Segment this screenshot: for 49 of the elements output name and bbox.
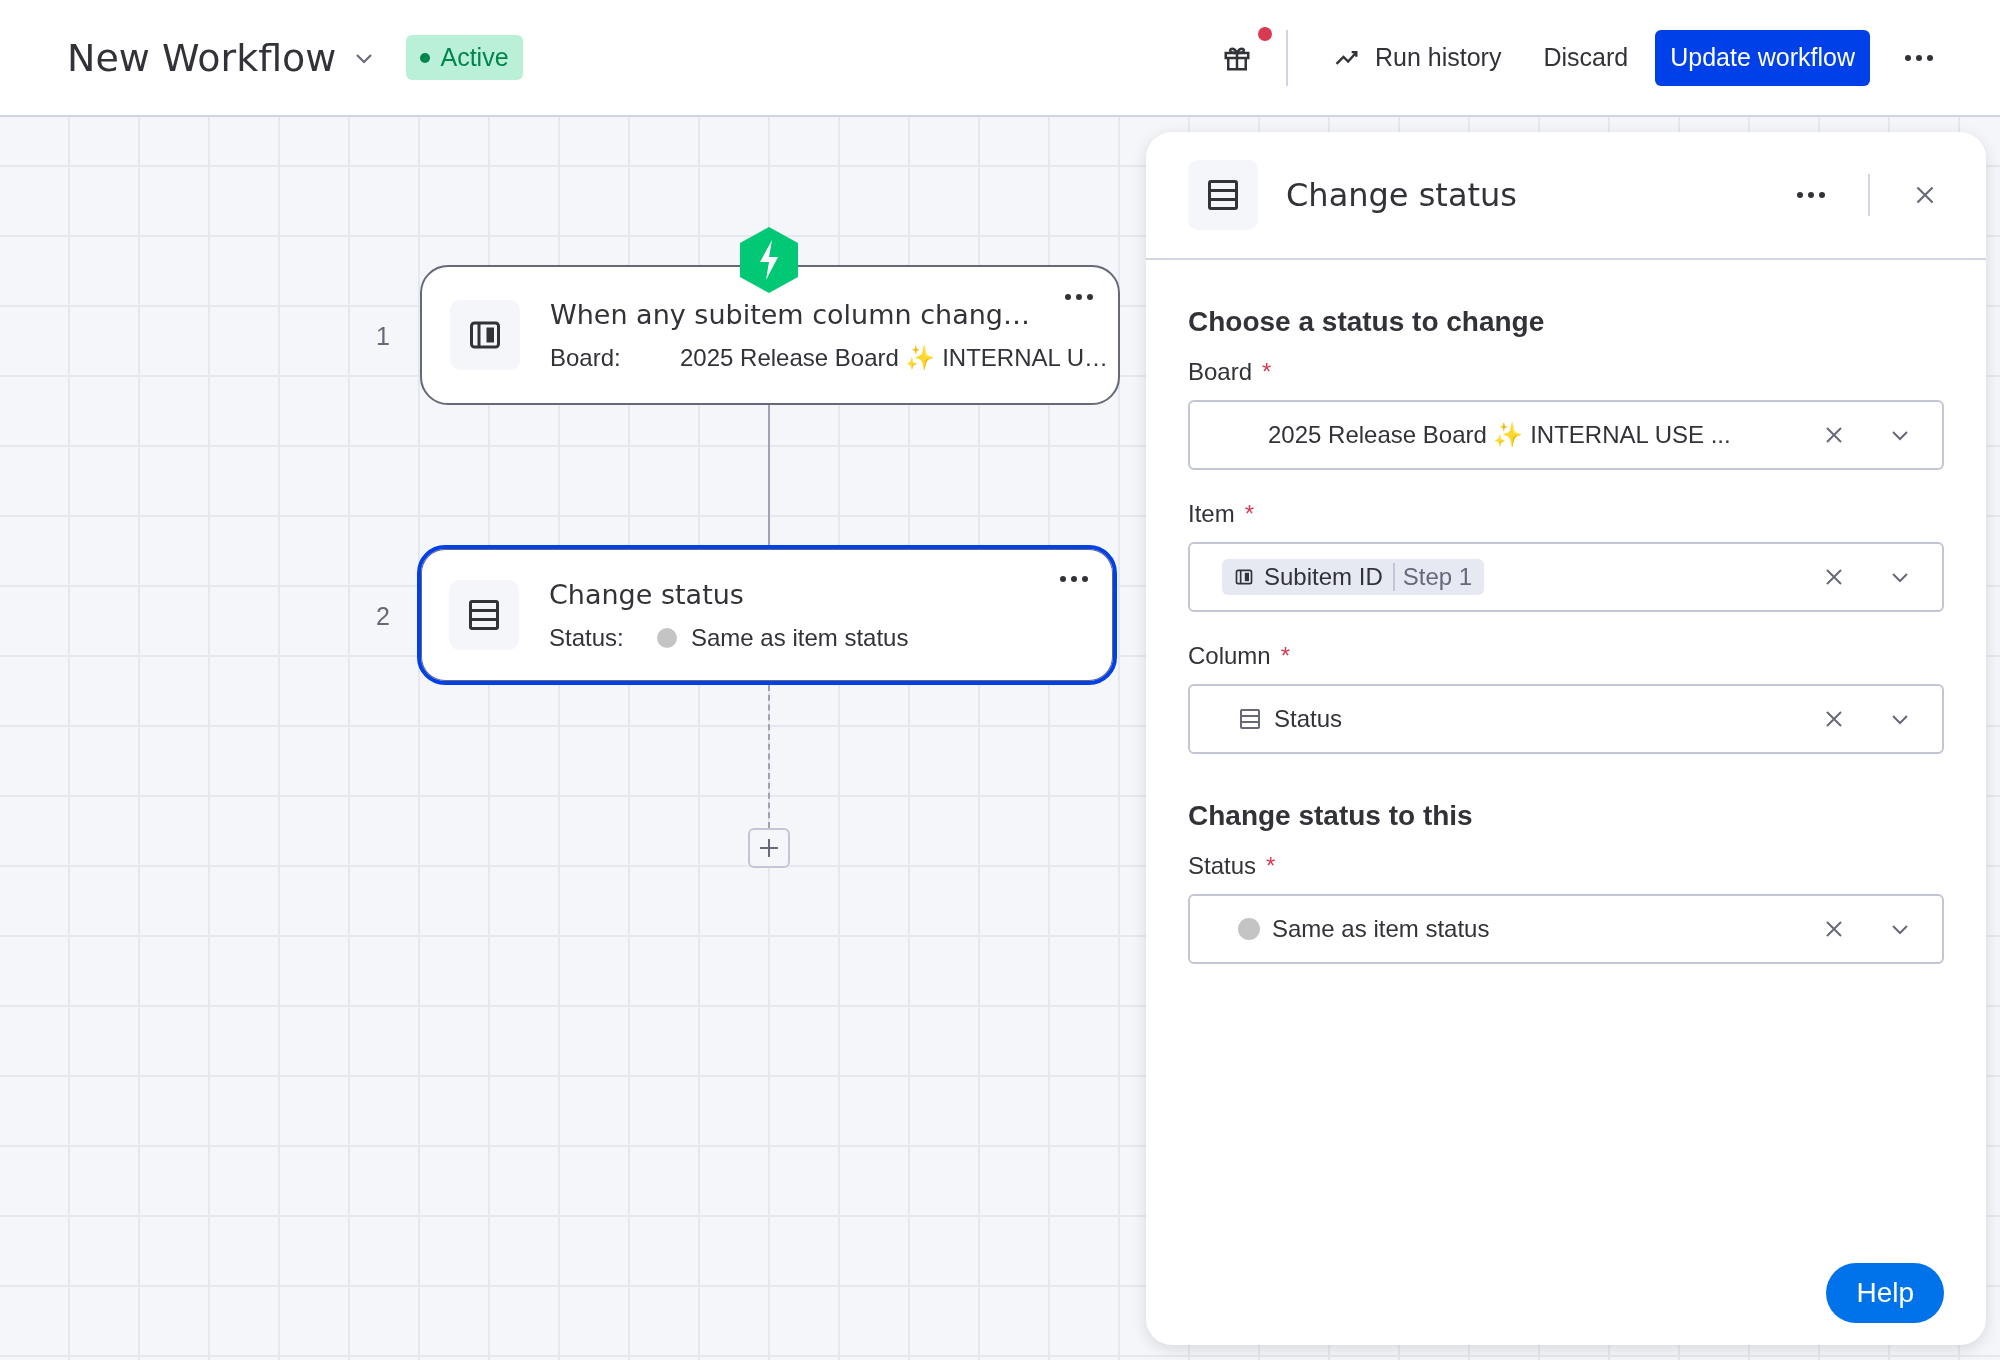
status-dot <box>1238 918 1260 940</box>
status-badge: Active <box>406 35 523 80</box>
panel-title: Change status <box>1286 176 1518 214</box>
required-mark: * <box>1244 500 1255 528</box>
table-icon <box>1205 177 1241 213</box>
node-field-value: Same as item status <box>691 623 909 652</box>
lightning-hexagon-icon <box>738 226 800 294</box>
workflow-node[interactable]: When any subitem column chang… Board: 2025 Release Board ✨ INTERNAL U… <box>420 265 1120 405</box>
required-mark: * <box>1262 358 1272 386</box>
select-field[interactable]: Same as item status <box>1188 894 1944 964</box>
chip-step: Step 1 <box>1392 563 1473 591</box>
run-history-button[interactable]: Run history <box>1318 29 1517 86</box>
table-icon <box>1238 707 1262 731</box>
field-label: Column <box>1188 642 1271 670</box>
discard-button[interactable]: Discard <box>1528 29 1644 86</box>
field-label: Board <box>1188 358 1253 386</box>
section-heading: Change status to this <box>1188 800 1474 832</box>
more-icon <box>1904 53 1934 62</box>
more-icon <box>1796 191 1826 199</box>
workflow-title: New Workflow <box>67 35 337 80</box>
help-button[interactable]: Help <box>1826 1263 1944 1323</box>
required-mark: * <box>1280 642 1291 670</box>
select-field[interactable]: Subitem ID Step 1 <box>1188 542 1944 612</box>
node-title: Change status <box>549 578 745 610</box>
node-field-label: Status: <box>549 623 625 652</box>
workflow-node[interactable]: Change status Status: Same as item status <box>417 545 1117 685</box>
more-icon <box>1064 293 1094 301</box>
field-value: 2025 Release Board ✨ INTERNAL USE ... <box>1268 421 1731 449</box>
field-label: Status <box>1188 852 1257 880</box>
step-number: 2 <box>376 602 390 631</box>
add-step-button[interactable] <box>748 828 790 868</box>
step-number: 1 <box>376 322 390 351</box>
column-layout-icon <box>1234 567 1254 587</box>
select-field[interactable]: 2025 Release Board ✨ INTERNAL USE ... <box>1188 400 1944 470</box>
chip-label: Subitem ID <box>1264 563 1383 591</box>
node-field-value: 2025 Release Board ✨ INTERNAL U… <box>680 343 1108 372</box>
more-icon <box>1059 575 1089 583</box>
update-button[interactable]: Update workflow <box>1655 29 1870 86</box>
plus-icon <box>757 836 781 860</box>
table-icon <box>466 597 502 633</box>
field-value: Same as item status <box>1272 915 1490 943</box>
field-value: Status <box>1274 705 1343 733</box>
node-field-label: Board: <box>550 343 622 372</box>
select-field[interactable]: Status <box>1188 684 1944 754</box>
node-title: When any subitem column chang… <box>550 298 1031 330</box>
status-dot <box>657 627 677 648</box>
required-mark: * <box>1266 852 1276 880</box>
section-heading: Choose a status to change <box>1188 306 1546 338</box>
field-label: Item <box>1188 500 1235 528</box>
